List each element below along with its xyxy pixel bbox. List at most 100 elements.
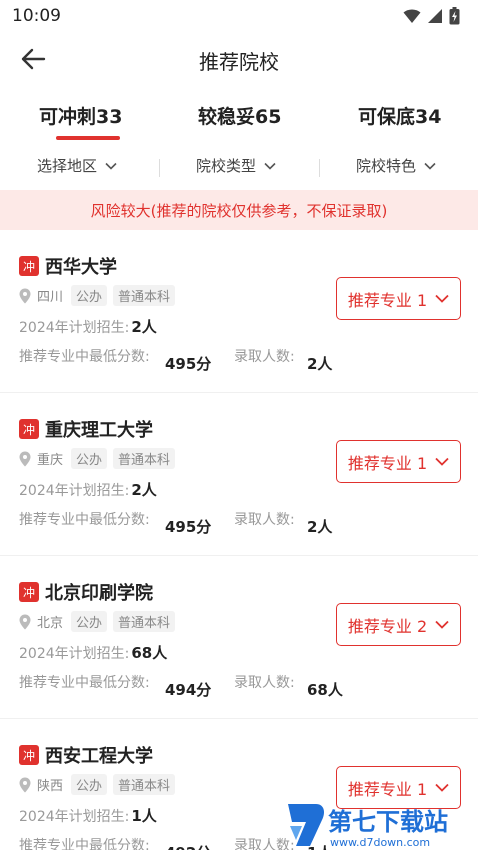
- school-tag-level: 普通本科: [113, 285, 176, 306]
- chevron-down-icon: [435, 783, 449, 792]
- chong-badge: 冲: [19, 582, 39, 602]
- score-row: 推荐专业中最低分数: 494分 录取人数: 68人: [19, 672, 478, 699]
- plan-value: 2人: [131, 318, 157, 336]
- chevron-down-icon: [435, 620, 449, 629]
- filter-school-feature-label: 院校特色: [356, 157, 417, 175]
- school-name: 西华大学: [45, 257, 117, 278]
- chong-badge: 冲: [19, 419, 39, 439]
- min-score-value: 495分: [165, 355, 212, 373]
- filter-school-type-label: 院校类型: [196, 157, 257, 175]
- school-tag-level: 普通本科: [113, 774, 176, 795]
- school-location: 四川: [37, 290, 64, 305]
- location-pin-icon: [19, 451, 31, 466]
- plan-row: 2024年计划招生: 2人: [19, 316, 157, 337]
- school-location: 重庆: [37, 453, 64, 468]
- filter-divider: [159, 159, 160, 177]
- status-icons: [403, 7, 460, 25]
- recommended-majors-button[interactable]: 推荐专业 1: [336, 440, 461, 483]
- wifi-icon: [403, 9, 421, 23]
- admit-label: 录取人数:: [234, 675, 295, 691]
- filter-school-feature[interactable]: 院校特色: [356, 155, 436, 176]
- school-location: 北京: [37, 616, 64, 631]
- admit-value: 68人: [307, 681, 343, 699]
- nav-bar: 推荐院校: [0, 34, 478, 84]
- school-card[interactable]: 冲 北京印刷学院 北京 公办 普通本科 2024年计划招生: 68人 推荐专业中…: [0, 556, 478, 719]
- recommended-majors-label: 推荐专业 2: [347, 616, 428, 636]
- watermark-logo: 第七下载站 www.d7down.com: [288, 804, 448, 849]
- tab-chong[interactable]: 可冲刺33: [39, 102, 122, 129]
- school-tags: 四川 公办 普通本科: [19, 285, 176, 306]
- school-tags: 陕西 公办 普通本科: [19, 774, 176, 795]
- status-time: 10:09: [12, 6, 61, 26]
- plan-label: 2024年计划招生:: [19, 483, 130, 499]
- school-tag-ownership: 公办: [71, 774, 108, 795]
- filter-region-label: 选择地区: [37, 157, 98, 175]
- school-name: 北京印刷学院: [45, 583, 153, 604]
- watermark-url: www.d7down.com: [330, 836, 430, 849]
- page-title: 推荐院校: [199, 50, 279, 74]
- min-score-label: 推荐专业中最低分数:: [19, 512, 150, 528]
- min-score-value: 494分: [165, 681, 212, 699]
- filter-divider: [319, 159, 320, 177]
- admit-label: 录取人数:: [234, 512, 295, 528]
- admit-value: 2人: [307, 355, 333, 373]
- school-title-row: 冲 西安工程大学: [19, 742, 153, 768]
- school-tag-level: 普通本科: [113, 611, 176, 632]
- school-card[interactable]: 冲 重庆理工大学 重庆 公办 普通本科 2024年计划招生: 2人 推荐专业中最…: [0, 393, 478, 556]
- chong-badge: 冲: [19, 745, 39, 765]
- tab-wen[interactable]: 较稳妥65: [198, 102, 281, 129]
- plan-value: 1人: [131, 807, 157, 825]
- recommended-majors-label: 推荐专业 1: [347, 290, 428, 310]
- plan-value: 2人: [131, 481, 157, 499]
- chevron-down-icon: [435, 294, 449, 303]
- battery-charging-icon: [449, 7, 460, 25]
- tab-bar: 可冲刺33 较稳妥65 可保底34: [0, 96, 478, 146]
- status-bar: 10:09: [0, 0, 478, 34]
- admit-value: 2人: [307, 518, 333, 536]
- plan-label: 2024年计划招生:: [19, 646, 130, 662]
- recommended-majors-label: 推荐专业 1: [347, 453, 428, 473]
- d7-logo-icon: [288, 804, 324, 846]
- admit-label: 录取人数:: [234, 349, 295, 365]
- min-score-label: 推荐专业中最低分数:: [19, 675, 150, 691]
- location-pin-icon: [19, 777, 31, 792]
- school-tags: 北京 公办 普通本科: [19, 611, 176, 632]
- location-pin-icon: [19, 614, 31, 629]
- recommended-majors-label: 推荐专业 1: [347, 779, 428, 799]
- recommended-majors-button[interactable]: 推荐专业 1: [336, 277, 461, 320]
- min-score-label: 推荐专业中最低分数:: [19, 838, 150, 850]
- chevron-down-icon: [435, 457, 449, 466]
- watermark-title: 第七下载站: [328, 808, 448, 836]
- plan-value: 68人: [131, 644, 168, 662]
- signal-icon: [428, 9, 442, 23]
- chevron-down-icon: [105, 162, 117, 170]
- min-score-value: 495分: [165, 518, 212, 536]
- plan-label: 2024年计划招生:: [19, 809, 130, 825]
- risk-banner: 风险较大(推荐的院校仅供参考，不保证录取): [0, 190, 478, 230]
- location-pin-icon: [19, 288, 31, 303]
- plan-row: 2024年计划招生: 68人: [19, 642, 167, 663]
- plan-row: 2024年计划招生: 1人: [19, 805, 157, 826]
- school-card[interactable]: 冲 西华大学 四川 公办 普通本科 2024年计划招生: 2人 推荐专业中最低分…: [0, 230, 478, 393]
- active-tab-indicator: [56, 136, 120, 140]
- filter-school-type[interactable]: 院校类型: [196, 155, 276, 176]
- school-tag-ownership: 公办: [71, 285, 108, 306]
- school-name: 西安工程大学: [45, 746, 153, 767]
- school-tag-level: 普通本科: [113, 448, 176, 469]
- min-score-value: 492分: [165, 842, 211, 850]
- school-title-row: 冲 北京印刷学院: [19, 579, 153, 605]
- school-title-row: 冲 西华大学: [19, 253, 117, 279]
- plan-label: 2024年计划招生:: [19, 320, 130, 336]
- school-tag-ownership: 公办: [71, 448, 108, 469]
- school-name: 重庆理工大学: [45, 420, 153, 441]
- plan-row: 2024年计划招生: 2人: [19, 479, 157, 500]
- chong-badge: 冲: [19, 256, 39, 276]
- chevron-down-icon: [264, 162, 276, 170]
- score-row: 推荐专业中最低分数: 495分 录取人数: 2人: [19, 346, 478, 373]
- recommended-majors-button[interactable]: 推荐专业 2: [336, 603, 461, 646]
- tab-bao[interactable]: 可保底34: [358, 102, 441, 129]
- school-tags: 重庆 公办 普通本科: [19, 448, 176, 469]
- filter-region[interactable]: 选择地区: [37, 155, 117, 176]
- score-row: 推荐专业中最低分数: 495分 录取人数: 2人: [19, 509, 478, 536]
- filter-bar: 选择地区 院校类型 院校特色: [0, 150, 478, 184]
